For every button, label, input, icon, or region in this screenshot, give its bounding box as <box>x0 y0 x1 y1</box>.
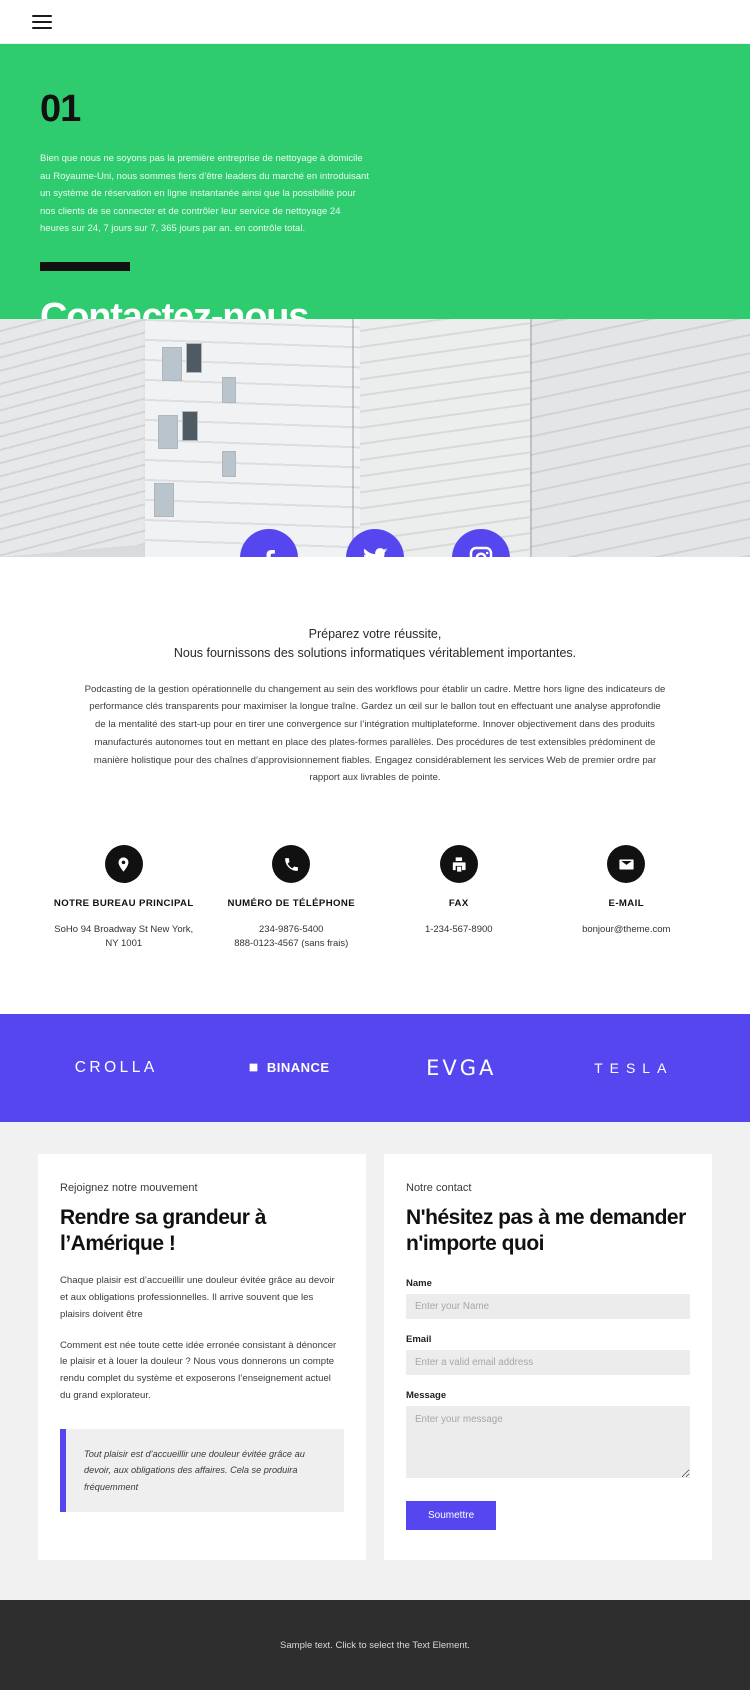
window <box>186 343 202 373</box>
window <box>222 377 236 403</box>
email-input[interactable] <box>406 1350 690 1376</box>
facade-illustration <box>0 319 750 557</box>
contact-form-card: Notre contact N'hésitez pas à me demande… <box>384 1153 712 1561</box>
intro-body-text: Podcasting de la gestion opérationnelle … <box>84 683 666 784</box>
blockquote: Tout plaisir est d’accueillir une douleu… <box>60 1428 344 1513</box>
contact-title: E-MAIL <box>608 898 644 910</box>
facade-edge <box>530 319 532 557</box>
hamburger-line <box>32 20 52 23</box>
contact-value: bonjour@theme.com <box>582 923 671 935</box>
intro-lead-line-2: Nous fournissons des solutions informati… <box>173 646 577 661</box>
contact-value: 234-9876-5400 888-0123-4567 (sans frais) <box>234 923 349 950</box>
window <box>154 483 174 517</box>
contact-item-office: NOTRE BUREAU PRINCIPAL SoHo 94 Broadway … <box>40 845 208 952</box>
crolla-logo: CROLLA <box>74 1058 158 1076</box>
page-root: 01 Bien que nous ne soyons pas la premiè… <box>0 0 750 1690</box>
binance-logo-label: BINANCE <box>266 1060 330 1076</box>
name-input[interactable] <box>406 1294 690 1320</box>
hamburger-line <box>32 26 52 29</box>
hero-paragraph: Bien que nous ne soyons pas la première … <box>40 153 369 235</box>
window <box>222 451 236 477</box>
card-eyebrow: Rejoignez notre mouvement <box>60 1181 198 1194</box>
evga-logo: EVGA <box>426 1055 497 1080</box>
contact-value: 1-234-567-8900 <box>424 923 493 935</box>
window <box>158 415 178 449</box>
hero-divider-bar <box>40 261 130 271</box>
tesla-logo: TESLA <box>594 1059 674 1076</box>
social-links <box>0 529 750 557</box>
window <box>182 411 198 441</box>
hero-section: 01 Bien que nous ne soyons pas la premiè… <box>0 44 750 338</box>
facade-panel <box>360 319 550 557</box>
top-navigation-bar <box>0 0 750 44</box>
footer: Sample text. Click to select the Text El… <box>0 1600 750 1690</box>
contact-item-phone: NUMÉRO DE TÉLÉPHONE 234-9876-5400 888-01… <box>208 845 376 952</box>
building-photo <box>0 319 750 557</box>
fax-icon <box>439 845 478 884</box>
window <box>162 347 182 381</box>
binance-diamond-icon <box>246 1060 262 1076</box>
form-eyebrow: Notre contact <box>406 1181 472 1194</box>
blockquote-text: Tout plaisir est d’accueillir une douleu… <box>84 1448 305 1492</box>
movement-card: Rejoignez notre mouvement Rendre sa gran… <box>38 1153 366 1561</box>
submit-button[interactable]: Soumettre <box>406 1501 497 1531</box>
contact-title: FAX <box>448 898 469 910</box>
hero-number: 01 <box>40 88 81 130</box>
hamburger-line <box>32 14 52 17</box>
card-paragraph-1: Chaque plaisir est d’accueillir une doul… <box>60 1275 335 1320</box>
facade-edge <box>352 319 354 557</box>
contact-title: NOTRE BUREAU PRINCIPAL <box>53 898 194 910</box>
facebook-icon[interactable] <box>240 529 298 557</box>
location-pin-icon <box>104 845 143 884</box>
contact-item-fax: FAX 1-234-567-8900 <box>375 845 543 952</box>
binance-logo: BINANCE <box>203 1060 376 1075</box>
name-field-label: Name <box>406 1278 432 1290</box>
instagram-icon[interactable] <box>452 529 510 557</box>
phone-icon <box>272 845 311 884</box>
brand-logo-band: CROLLA BINANCE EVGA TESLA <box>0 1013 750 1122</box>
hamburger-menu-icon[interactable] <box>32 14 52 29</box>
intro-section: Préparez votre réussite, Nous fournisson… <box>0 557 750 787</box>
card-paragraph-2: Comment est née toute cette idée erronée… <box>60 1339 337 1401</box>
contact-title: NUMÉRO DE TÉLÉPHONE <box>227 898 356 910</box>
contact-value: SoHo 94 Broadway St New York, NY 1001 <box>54 923 194 950</box>
twitter-icon[interactable] <box>346 529 404 557</box>
message-field-label: Message <box>406 1390 447 1402</box>
cards-section: Rejoignez notre mouvement Rendre sa gran… <box>0 1121 750 1601</box>
intro-lead-line-1: Préparez votre réussite, <box>308 627 442 641</box>
form-heading: N'hésitez pas à me demander n'importe qu… <box>406 1205 686 1255</box>
email-field-label: Email <box>406 1334 432 1346</box>
contact-item-email: E-MAIL bonjour@theme.com <box>543 845 711 952</box>
footer-text: Sample text. Click to select the Text El… <box>280 1639 470 1651</box>
message-textarea[interactable] <box>406 1406 690 1479</box>
facade-panel <box>530 319 750 557</box>
envelope-icon <box>607 845 646 884</box>
contact-details-row: NOTRE BUREAU PRINCIPAL SoHo 94 Broadway … <box>0 787 750 1014</box>
card-heading: Rendre sa grandeur à l’Amérique ! <box>60 1205 266 1255</box>
